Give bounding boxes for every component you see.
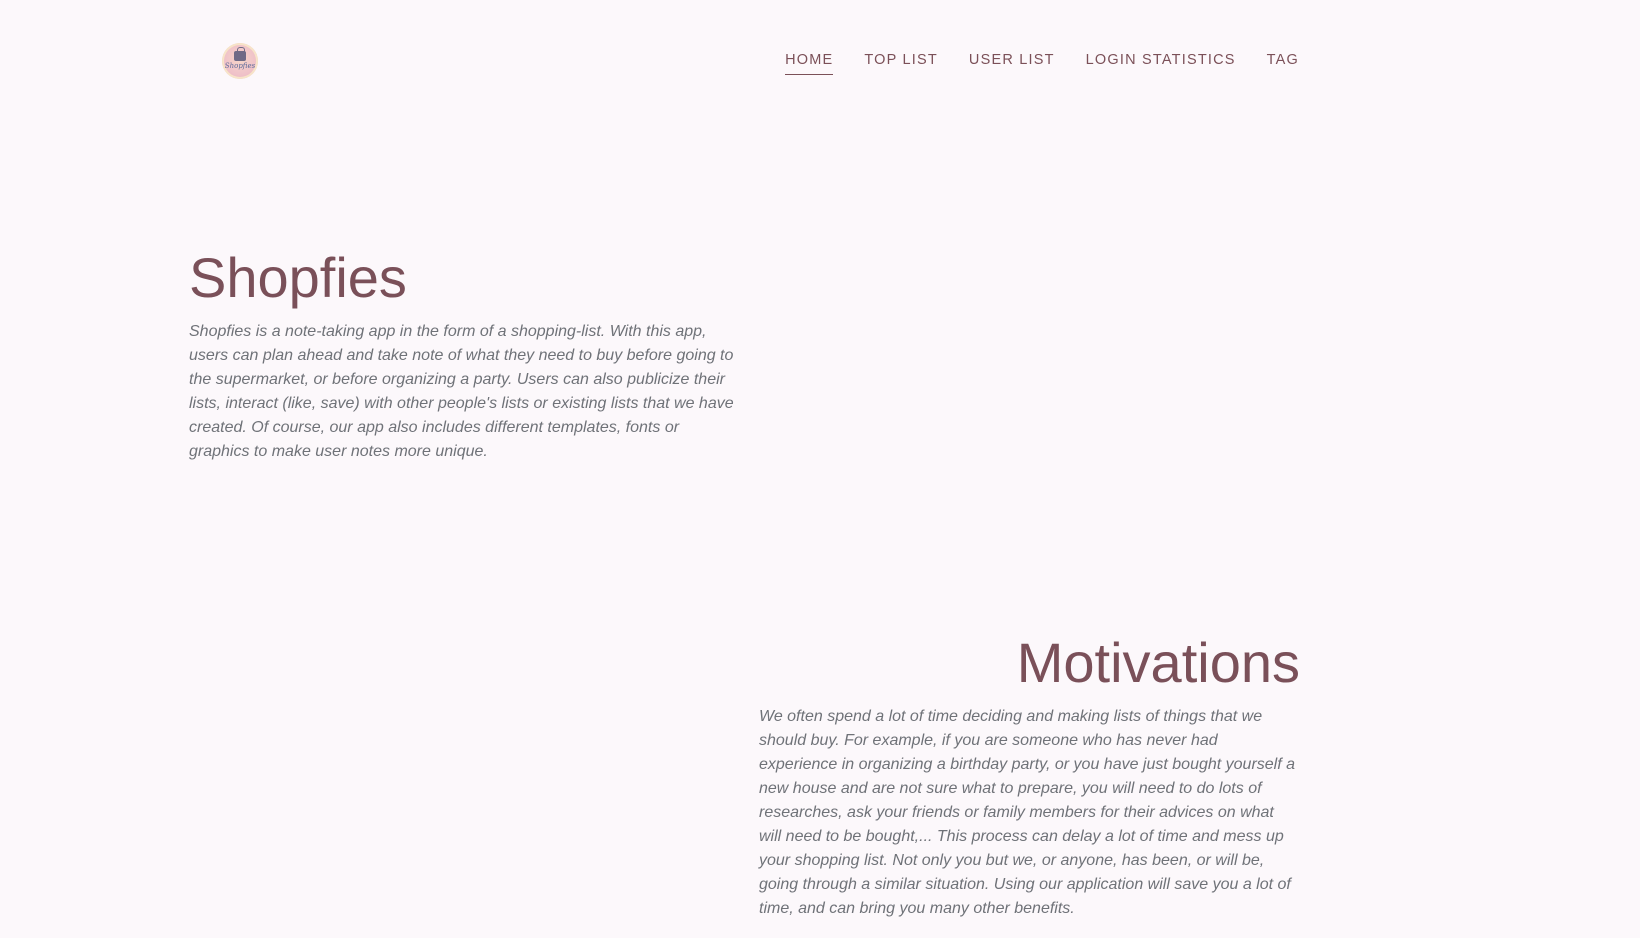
logo[interactable]: Shopfies bbox=[222, 43, 258, 79]
motivations-description: We often spend a lot of time deciding an… bbox=[759, 708, 1296, 917]
main-nav: HOME TOP LIST USER LIST LOGIN STATISTICS… bbox=[785, 52, 1299, 75]
nav-user-list[interactable]: USER LIST bbox=[969, 52, 1055, 75]
motivations-section: Motivations We often spend a lot of time… bbox=[759, 631, 1300, 921]
logo-text: Shopfies bbox=[224, 62, 256, 70]
hero-title: Shopfies bbox=[189, 246, 407, 309]
page: Shopfies HOME TOP LIST USER LIST LOGIN S… bbox=[0, 0, 1640, 938]
shopping-bag-icon bbox=[234, 47, 246, 61]
nav-tag[interactable]: TAG bbox=[1267, 52, 1299, 75]
nav-login-statistics[interactable]: LOGIN STATISTICS bbox=[1086, 52, 1236, 75]
nav-home[interactable]: HOME bbox=[785, 52, 834, 75]
nav-top-list[interactable]: TOP LIST bbox=[864, 52, 938, 75]
motivations-title: Motivations bbox=[1016, 631, 1300, 694]
hero-description: Shopfies is a note-taking app in the for… bbox=[189, 323, 734, 460]
hero-section: Shopfies Shopfies is a note-taking app i… bbox=[189, 246, 734, 464]
